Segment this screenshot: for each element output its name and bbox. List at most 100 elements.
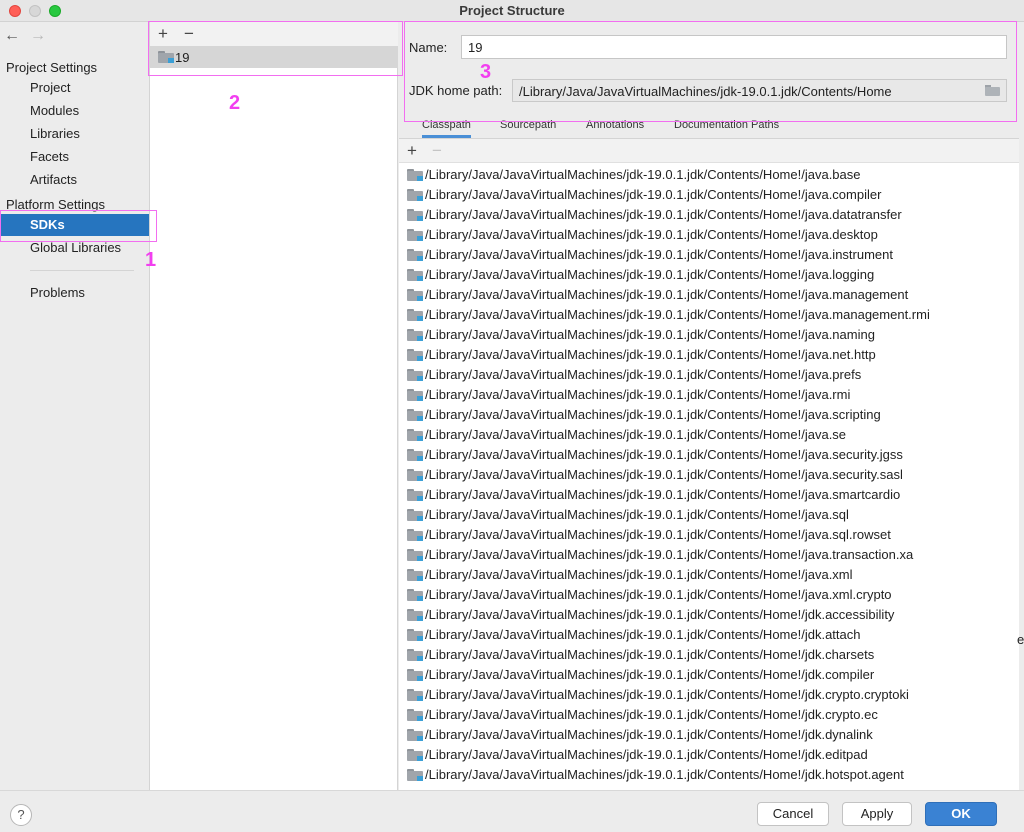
folder-icon — [407, 469, 423, 481]
help-button[interactable]: ? — [10, 804, 32, 826]
classpath-entry[interactable]: /Library/Java/JavaVirtualMachines/jdk-19… — [399, 565, 1019, 585]
classpath-entry[interactable]: /Library/Java/JavaVirtualMachines/jdk-19… — [399, 585, 1019, 605]
classpath-entry-module: jdk.editpad — [804, 747, 868, 762]
annotation-number-3: 3 — [480, 61, 492, 83]
folder-icon — [407, 269, 423, 281]
folder-icon — [407, 429, 423, 441]
folder-icon — [407, 529, 423, 541]
classpath-entry-prefix: /Library/Java/JavaVirtualMachines/jdk-19… — [425, 307, 805, 322]
classpath-entry[interactable]: /Library/Java/JavaVirtualMachines/jdk-19… — [399, 545, 1019, 565]
classpath-entry[interactable]: /Library/Java/JavaVirtualMachines/jdk-19… — [399, 245, 1019, 265]
settings-sidebar: ← → Project Settings Project Modules Lib… — [0, 22, 150, 790]
classpath-entry-module: java.sql.rowset — [804, 527, 891, 542]
classpath-entry[interactable]: /Library/Java/JavaVirtualMachines/jdk-19… — [399, 445, 1019, 465]
classpath-entry[interactable]: /Library/Java/JavaVirtualMachines/jdk-19… — [399, 225, 1019, 245]
dialog-footer: ? Cancel Apply OK — [0, 790, 1024, 832]
sdk-list-pane: + − 19 — [150, 22, 398, 790]
classpath-entry-prefix: /Library/Java/JavaVirtualMachines/jdk-19… — [425, 327, 805, 342]
sidebar-item-modules[interactable]: Modules — [0, 100, 149, 122]
classpath-entry-module: jdk.accessibility — [804, 607, 895, 622]
folder-icon — [407, 609, 423, 621]
classpath-entry-prefix: /Library/Java/JavaVirtualMachines/jdk-19… — [425, 767, 805, 782]
classpath-entry[interactable]: /Library/Java/JavaVirtualMachines/jdk-19… — [399, 305, 1019, 325]
classpath-entry-prefix: /Library/Java/JavaVirtualMachines/jdk-19… — [425, 447, 805, 462]
remove-classpath-button[interactable]: − — [427, 140, 447, 162]
folder-icon — [407, 249, 423, 261]
classpath-entry-module: java.management — [804, 287, 909, 302]
forward-arrow-icon[interactable]: → — [30, 26, 46, 46]
classpath-entry[interactable]: /Library/Java/JavaVirtualMachines/jdk-19… — [399, 745, 1019, 765]
classpath-entry-module: java.management.rmi — [804, 307, 930, 322]
classpath-entry[interactable]: /Library/Java/JavaVirtualMachines/jdk-19… — [399, 725, 1019, 745]
title-bar: Project Structure — [0, 0, 1024, 22]
apply-button[interactable]: Apply — [842, 802, 912, 826]
clipped-edge-text: e — [1017, 632, 1024, 647]
classpath-entry[interactable]: /Library/Java/JavaVirtualMachines/jdk-19… — [399, 465, 1019, 485]
classpath-entry-module: java.desktop — [804, 227, 878, 242]
ok-button[interactable]: OK — [925, 802, 997, 826]
classpath-entry[interactable]: /Library/Java/JavaVirtualMachines/jdk-19… — [399, 505, 1019, 525]
classpath-list[interactable]: /Library/Java/JavaVirtualMachines/jdk-19… — [399, 165, 1019, 791]
classpath-entry[interactable]: /Library/Java/JavaVirtualMachines/jdk-19… — [399, 665, 1019, 685]
classpath-entry[interactable]: /Library/Java/JavaVirtualMachines/jdk-19… — [399, 485, 1019, 505]
add-classpath-button[interactable]: + — [402, 140, 422, 162]
classpath-entry[interactable]: /Library/Java/JavaVirtualMachines/jdk-19… — [399, 605, 1019, 625]
back-arrow-icon[interactable]: ← — [4, 26, 20, 46]
classpath-entry[interactable]: /Library/Java/JavaVirtualMachines/jdk-19… — [399, 345, 1019, 365]
classpath-entry-module: jdk.dynalink — [804, 727, 873, 742]
sidebar-item-libraries[interactable]: Libraries — [0, 123, 149, 145]
sidebar-item-problems[interactable]: Problems — [0, 282, 149, 304]
folder-icon — [407, 209, 423, 221]
classpath-entry-module: java.smartcardio — [804, 487, 901, 502]
classpath-entry[interactable]: /Library/Java/JavaVirtualMachines/jdk-19… — [399, 525, 1019, 545]
classpath-entry-prefix: /Library/Java/JavaVirtualMachines/jdk-19… — [425, 567, 805, 582]
sidebar-item-facets[interactable]: Facets — [0, 146, 149, 168]
annotation-box-3 — [404, 21, 1017, 122]
classpath-entry-prefix: /Library/Java/JavaVirtualMachines/jdk-19… — [425, 527, 805, 542]
folder-icon — [407, 749, 423, 761]
classpath-entry[interactable]: /Library/Java/JavaVirtualMachines/jdk-19… — [399, 425, 1019, 445]
sidebar-item-project[interactable]: Project — [0, 77, 149, 99]
classpath-entry[interactable]: /Library/Java/JavaVirtualMachines/jdk-19… — [399, 405, 1019, 425]
classpath-entry-module: java.datatransfer — [804, 207, 902, 222]
classpath-entry-module: java.logging — [804, 267, 875, 282]
classpath-entry-module: java.scripting — [804, 407, 881, 422]
classpath-entry-module: java.rmi — [804, 387, 851, 402]
classpath-entry[interactable]: /Library/Java/JavaVirtualMachines/jdk-19… — [399, 625, 1019, 645]
classpath-entry-module: java.compiler — [804, 187, 882, 202]
classpath-entry-module: jdk.crypto.ec — [804, 707, 878, 722]
classpath-entry-prefix: /Library/Java/JavaVirtualMachines/jdk-19… — [425, 627, 805, 642]
project-settings-heading: Project Settings — [6, 60, 98, 75]
classpath-entry[interactable]: /Library/Java/JavaVirtualMachines/jdk-19… — [399, 205, 1019, 225]
classpath-entry[interactable]: /Library/Java/JavaVirtualMachines/jdk-19… — [399, 285, 1019, 305]
classpath-entry[interactable]: /Library/Java/JavaVirtualMachines/jdk-19… — [399, 185, 1019, 205]
classpath-entry[interactable]: /Library/Java/JavaVirtualMachines/jdk-19… — [399, 265, 1019, 285]
classpath-entry[interactable]: /Library/Java/JavaVirtualMachines/jdk-19… — [399, 765, 1019, 785]
classpath-entry[interactable]: /Library/Java/JavaVirtualMachines/jdk-19… — [399, 365, 1019, 385]
classpath-entry-module: jdk.compiler — [804, 667, 875, 682]
classpath-entry-prefix: /Library/Java/JavaVirtualMachines/jdk-19… — [425, 287, 805, 302]
annotation-number-1: 1 — [145, 249, 157, 271]
classpath-entry[interactable]: /Library/Java/JavaVirtualMachines/jdk-19… — [399, 165, 1019, 185]
classpath-entry-prefix: /Library/Java/JavaVirtualMachines/jdk-19… — [425, 247, 805, 262]
sdk-detail-pane: Name: JDK home path: /Library/Java/JavaV… — [399, 22, 1024, 790]
classpath-entry-prefix: /Library/Java/JavaVirtualMachines/jdk-19… — [425, 647, 805, 662]
classpath-entry[interactable]: /Library/Java/JavaVirtualMachines/jdk-19… — [399, 645, 1019, 665]
folder-icon — [407, 389, 423, 401]
classpath-entry-module: java.xml — [804, 567, 853, 582]
sidebar-item-artifacts[interactable]: Artifacts — [0, 169, 149, 191]
folder-icon — [407, 569, 423, 581]
classpath-entry-prefix: /Library/Java/JavaVirtualMachines/jdk-19… — [425, 387, 805, 402]
classpath-entry[interactable]: /Library/Java/JavaVirtualMachines/jdk-19… — [399, 705, 1019, 725]
folder-icon — [407, 669, 423, 681]
folder-icon — [407, 769, 423, 781]
sidebar-divider — [30, 270, 134, 271]
window-title: Project Structure — [459, 3, 565, 18]
classpath-entry[interactable]: /Library/Java/JavaVirtualMachines/jdk-19… — [399, 685, 1019, 705]
classpath-entry[interactable]: /Library/Java/JavaVirtualMachines/jdk-19… — [399, 325, 1019, 345]
folder-icon — [407, 649, 423, 661]
classpath-entry-prefix: /Library/Java/JavaVirtualMachines/jdk-19… — [425, 707, 805, 722]
classpath-entry[interactable]: /Library/Java/JavaVirtualMachines/jdk-19… — [399, 385, 1019, 405]
cancel-button[interactable]: Cancel — [757, 802, 829, 826]
classpath-entry-module: java.prefs — [804, 367, 862, 382]
